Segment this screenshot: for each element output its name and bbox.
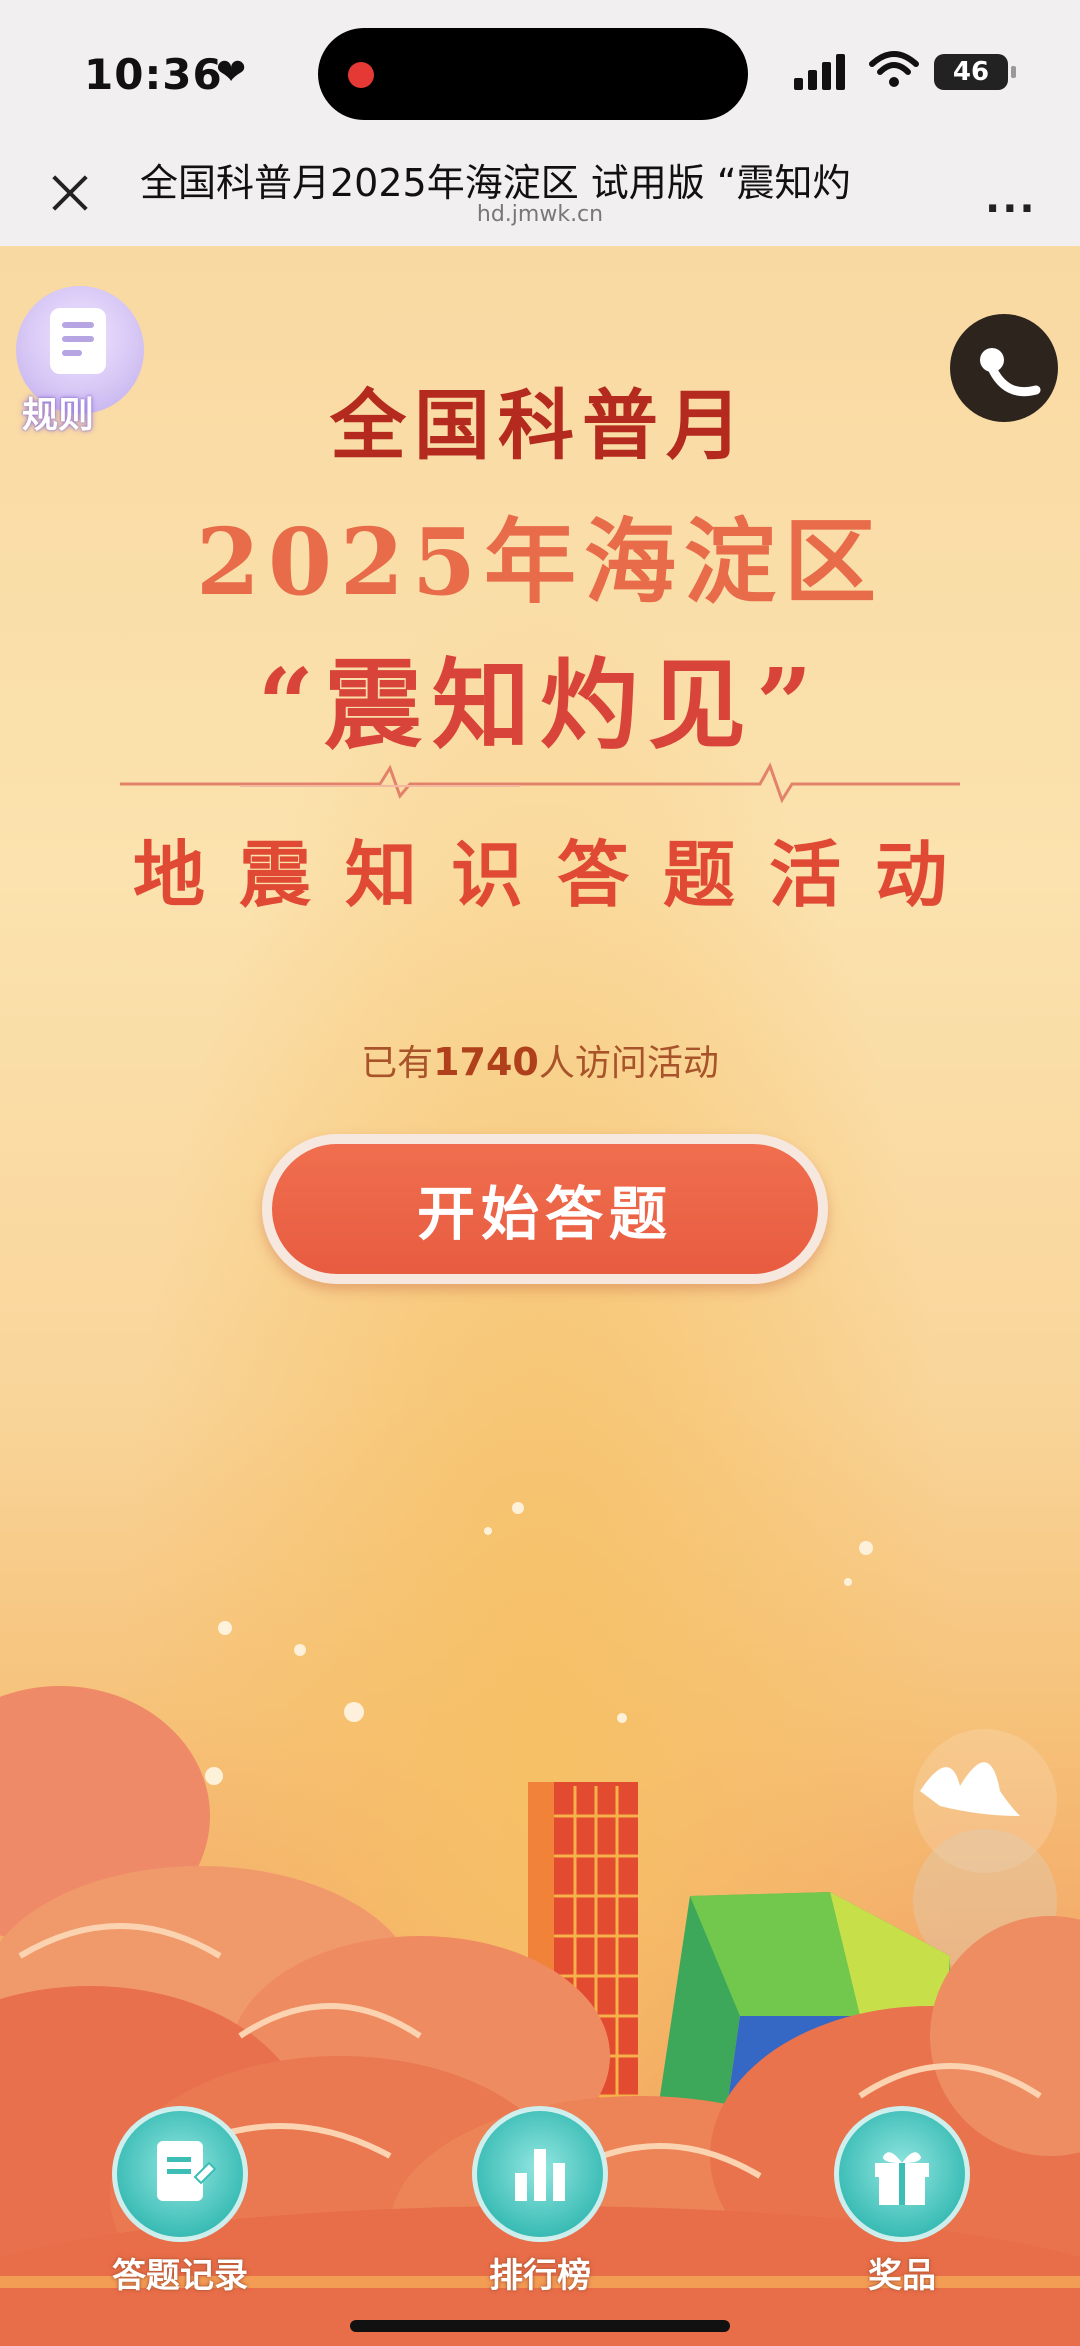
wifi-icon <box>869 51 919 87</box>
nav-leaderboard[interactable]: 排行榜 <box>460 2106 620 2326</box>
seismograph-line-decoration <box>120 762 960 804</box>
nav-label: 奖品 <box>868 2256 936 2296</box>
more-options-button[interactable]: ... <box>985 176 1037 222</box>
title-line-2: 2025年海淀区 <box>195 508 885 616</box>
heart-icon: ❤ <box>216 52 247 93</box>
page-url: hd.jmwk.cn <box>476 202 604 227</box>
visitor-count: 1740 <box>433 1040 539 1084</box>
visitor-suffix: 人访问活动 <box>538 1043 719 1084</box>
recording-indicator-icon <box>348 62 374 88</box>
activity-poster: 规则 全国科普月 2025年海淀区 “震知灼见” 地震知识答题活动 已有1740… <box>0 246 1080 2346</box>
title-line-1: 全国科普月 <box>330 381 750 470</box>
browser-header: 全国科普月2025年海淀区 试用版 “震知灼 hd.jmwk.cn ... <box>0 128 1080 246</box>
dynamic-island <box>318 28 748 120</box>
visitor-prefix: 已有 <box>361 1043 434 1084</box>
nav-answer-records[interactable]: 答题记录 <box>100 2106 260 2326</box>
gift-icon <box>834 2106 970 2242</box>
bar-chart-icon <box>472 2106 608 2242</box>
nav-prizes[interactable]: 奖品 <box>822 2106 982 2326</box>
clock: 10:36 <box>84 50 223 99</box>
nav-label: 答题记录 <box>112 2256 248 2296</box>
document-edit-icon <box>112 2106 248 2242</box>
nav-label: 排行榜 <box>489 2256 591 2296</box>
title-line-4: 地震知识答题活动 <box>132 832 981 917</box>
status-bar: 10:36 ❤ 46 <box>0 0 1080 145</box>
visitor-count-text: 已有1740人访问活动 <box>0 1034 1080 1086</box>
cellular-signal-icon <box>794 54 845 90</box>
home-indicator[interactable] <box>350 2320 730 2332</box>
battery-level: 46 <box>952 57 990 87</box>
start-quiz-button[interactable]: 开始答题 <box>262 1134 828 1284</box>
battery-icon: 46 <box>934 54 1016 90</box>
start-quiz-label: 开始答题 <box>272 1144 818 1274</box>
page-title: 全国科普月2025年海淀区 试用版 “震知灼 <box>140 161 851 205</box>
